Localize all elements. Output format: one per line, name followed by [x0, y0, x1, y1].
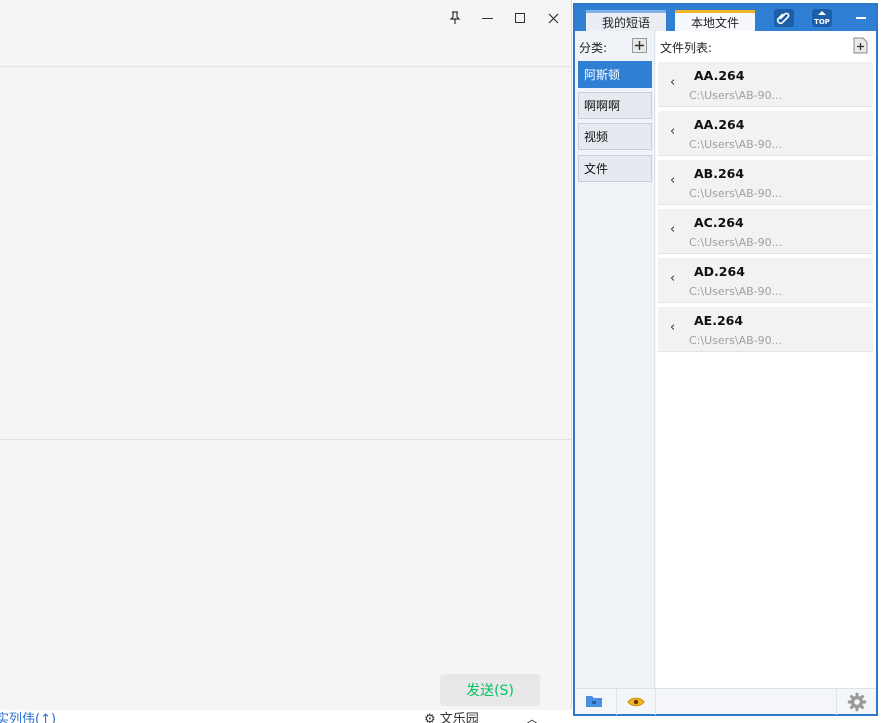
toolbar-separator: [836, 689, 837, 715]
paperclip-icon[interactable]: [773, 8, 795, 28]
category-item[interactable]: 阿斯顿: [578, 61, 652, 88]
file-path: C:\Users\AB-90...: [689, 285, 783, 298]
minimize-icon: [856, 17, 866, 19]
plus-icon: [635, 41, 644, 50]
send-button[interactable]: 发送(S): [440, 674, 540, 706]
maximize-icon: [515, 13, 525, 23]
file-list-header: 文件列表:: [660, 41, 713, 55]
file-item[interactable]: ‹ AD.264 C:\Users\AB-90...: [658, 258, 873, 303]
panel-minimize-button[interactable]: [850, 8, 872, 28]
file-path: C:\Users\AB-90...: [689, 236, 783, 249]
toolbar-separator: [655, 689, 656, 715]
add-file-button[interactable]: [853, 37, 868, 54]
chevron-left-icon: ‹: [670, 124, 676, 139]
file-name: AC.264: [694, 215, 744, 230]
category-item[interactable]: 啊啊啊: [578, 92, 652, 119]
category-item[interactable]: 文件: [578, 155, 652, 182]
file-name: AB.264: [694, 166, 745, 181]
file-path: C:\Users\AB-90...: [689, 138, 783, 151]
file-name: AA.264: [694, 68, 745, 83]
tab-local-files[interactable]: 本地文件: [675, 10, 755, 31]
chevron-left-icon: ‹: [670, 173, 676, 188]
chevron-left-icon: ‹: [670, 222, 676, 237]
category-column: 分类: 阿斯顿 啊啊啊 视频 文件: [575, 31, 655, 688]
folder-icon[interactable]: [585, 693, 603, 712]
minimize-button[interactable]: [476, 8, 498, 28]
tab-my-phrases[interactable]: 我的短语: [586, 10, 666, 31]
panel-topbar: 我的短语 本地文件 TOP: [575, 5, 876, 31]
chat-window: 发送(S) 实列伟(↑) ⚙ 文乐园 ︿: [0, 0, 572, 723]
file-item[interactable]: ‹ AA.264 C:\Users\AB-90...: [658, 111, 873, 156]
chat-titlebar: [0, 0, 572, 36]
background-window-strip: 实列伟(↑) ⚙ 文乐园 ︿: [0, 710, 572, 723]
chevron-left-icon: ‹: [670, 320, 676, 335]
minimize-icon: [481, 17, 493, 19]
chevron-up-icon: ︿: [526, 712, 539, 723]
file-item[interactable]: ‹ AC.264 C:\Users\AB-90...: [658, 209, 873, 254]
quick-phrase-panel: 我的短语 本地文件 TOP 分类: 阿斯顿 啊啊啊 视频 文件 文件列表: ‹ …: [573, 3, 878, 716]
svg-text:TOP: TOP: [814, 18, 830, 26]
eye-icon[interactable]: [627, 696, 645, 711]
panel-bottom-toolbar: [575, 688, 876, 715]
message-input-area[interactable]: [0, 440, 572, 710]
category-item[interactable]: 视频: [578, 123, 652, 150]
file-item[interactable]: ‹ AA.264 C:\Users\AB-90...: [658, 62, 873, 107]
chevron-left-icon: ‹: [670, 271, 676, 286]
file-path: C:\Users\AB-90...: [689, 187, 783, 200]
pin-icon[interactable]: [444, 8, 466, 28]
background-link[interactable]: 实列伟(↑): [0, 710, 56, 723]
maximize-button[interactable]: [509, 8, 531, 28]
gear-icon[interactable]: [847, 692, 867, 715]
file-path: C:\Users\AB-90...: [689, 89, 783, 102]
file-item[interactable]: ‹ AB.264 C:\Users\AB-90...: [658, 160, 873, 205]
toolbar-separator: [616, 689, 617, 715]
file-name: AA.264: [694, 117, 745, 132]
file-item[interactable]: ‹ AE.264 C:\Users\AB-90...: [658, 307, 873, 352]
chevron-left-icon: ‹: [670, 75, 676, 90]
file-path: C:\Users\AB-90...: [689, 334, 783, 347]
file-name: AE.264: [694, 313, 744, 328]
background-text: ⚙ 文乐园: [424, 712, 479, 723]
add-category-button[interactable]: [632, 38, 647, 53]
file-name: AD.264: [694, 264, 745, 279]
top-pin-icon[interactable]: TOP: [811, 8, 833, 28]
close-button[interactable]: [542, 8, 564, 28]
file-list-column: 文件列表: ‹ AA.264 C:\Users\AB-90... ‹ AA.26…: [656, 31, 876, 688]
message-area[interactable]: [0, 67, 572, 439]
category-header: 分类:: [579, 41, 608, 55]
close-icon: [548, 13, 558, 23]
add-file-icon: [853, 37, 868, 54]
